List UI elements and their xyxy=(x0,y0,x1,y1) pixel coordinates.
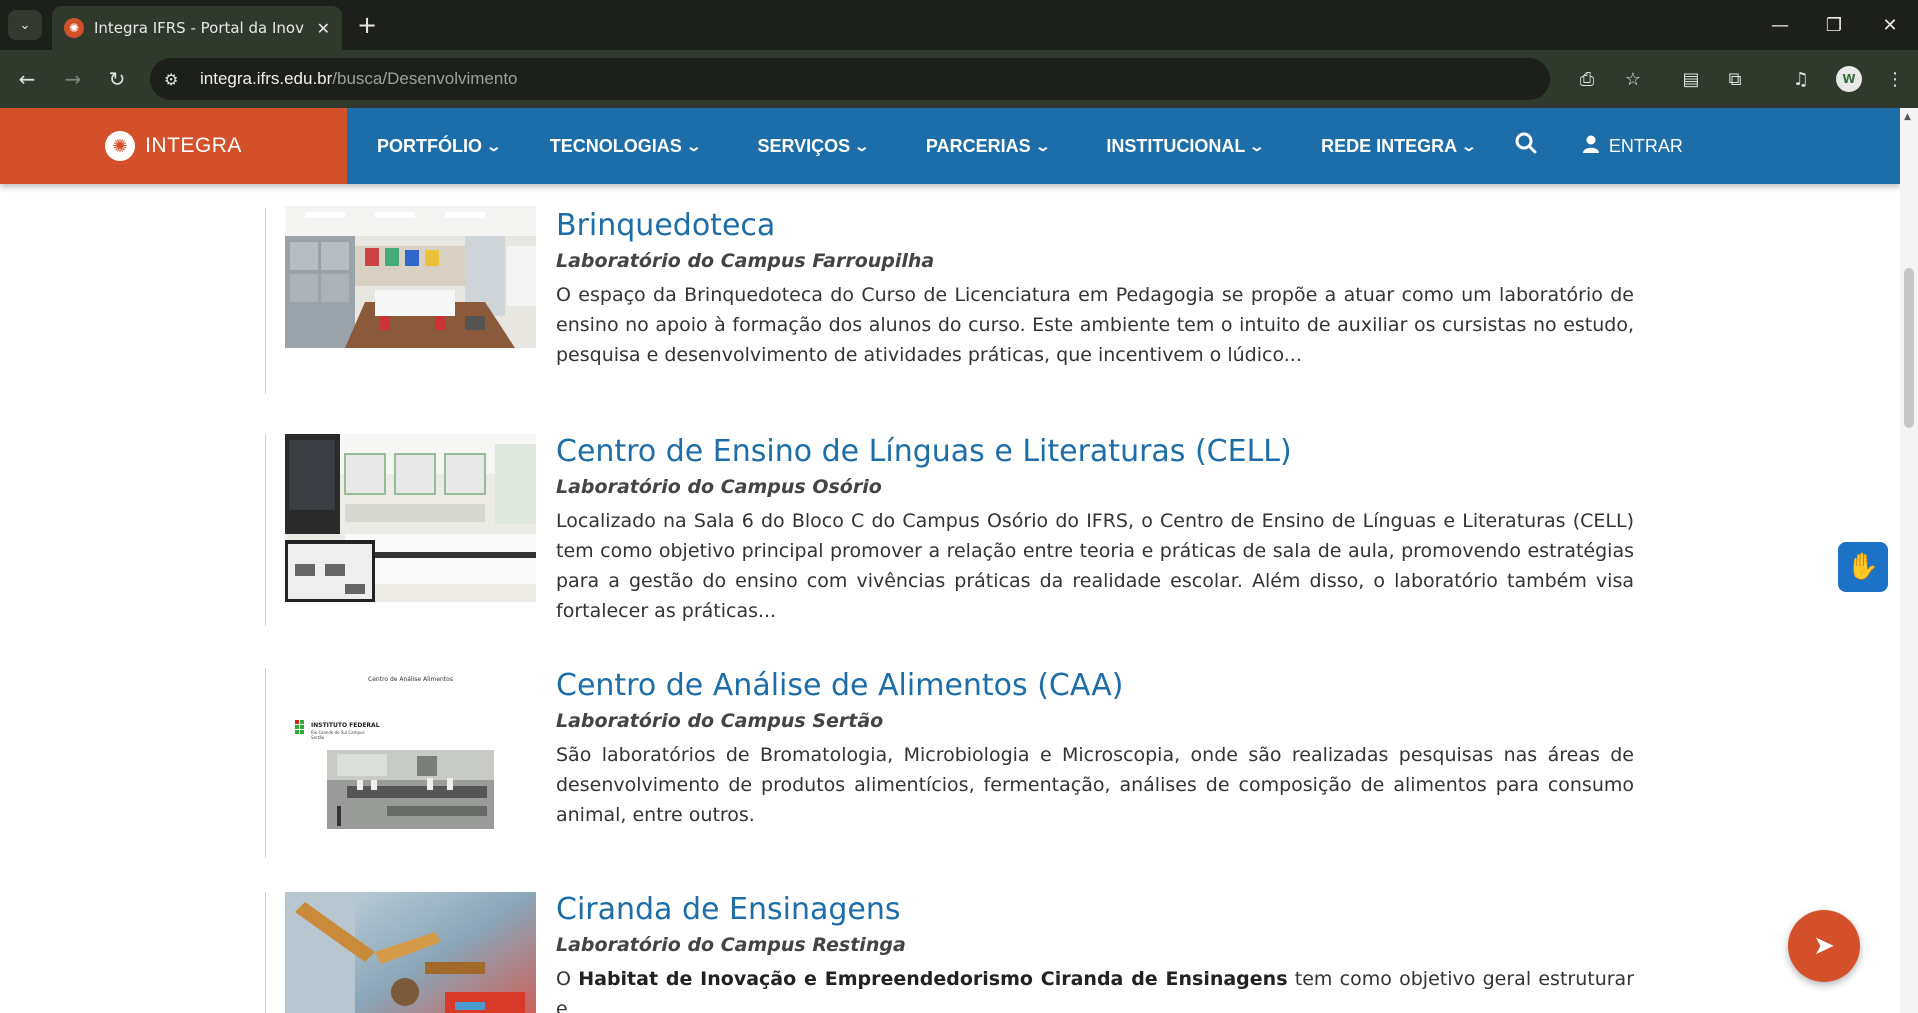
result-description: Localizado na Sala 6 do Bloco C do Campu… xyxy=(556,510,1634,622)
forward-icon[interactable]: → xyxy=(56,62,90,96)
login-button[interactable]: ENTRAR xyxy=(1582,135,1683,158)
result-thumbnail[interactable]: Centro de Análise Alimentos INSTITUTO FE… xyxy=(285,668,536,836)
hands-sign-language-icon: ✋ xyxy=(1846,552,1880,582)
browser-tabbar: ⌄ ✺ Integra IFRS - Portal da Inovação ✕ … xyxy=(0,0,1918,50)
thumb-logo-sub: Rio Grande do Sul Campus Sertão xyxy=(311,730,365,740)
menu-item-portfolio[interactable]: PORTFÓLIO ⌄ xyxy=(377,135,503,157)
search-results-list: Brinquedoteca Laboratório do Campus Farr… xyxy=(265,206,1635,1013)
menu-label: PORTFÓLIO xyxy=(377,135,482,156)
extension-pdf-icon[interactable]: ▤ xyxy=(1674,62,1708,96)
reload-icon[interactable]: ↻ xyxy=(100,62,134,96)
page-scrollbar[interactable]: ▲ xyxy=(1900,108,1918,1013)
integra-logo-icon: ✺ xyxy=(105,131,136,161)
card-border xyxy=(265,892,266,1013)
result-description: O Habitat de Inovação e Empreendedorismo… xyxy=(556,964,1634,1013)
search-icon[interactable] xyxy=(1515,132,1537,160)
result-body: Centro de Análise de Alimentos (CAA) Lab… xyxy=(556,668,1634,830)
browser-tab-active[interactable]: ✺ Integra IFRS - Portal da Inovação ✕ xyxy=(52,6,342,50)
chevron-down-icon: ⌄ xyxy=(1034,137,1051,154)
result-title[interactable]: Brinquedoteca xyxy=(556,208,1634,244)
browser-menu-icon[interactable]: ⋮ xyxy=(1878,62,1912,96)
thumb-logo-text: INSTITUTO FEDERAL xyxy=(311,722,380,729)
result-card[interactable]: Brinquedoteca Laboratório do Campus Farr… xyxy=(265,206,1635,428)
contact-send-button[interactable]: ➤ xyxy=(1788,910,1860,982)
brand-logo-link[interactable]: ✺ INTEGRA xyxy=(0,108,347,184)
main-menu: PORTFÓLIO ⌄ TECNOLOGIAS ⌄ SERVIÇOS ⌄ PARCER… xyxy=(347,108,1683,184)
site-navbar: ✺ INTEGRA PORTFÓLIO ⌄ TECNOLOGIAS ⌄ SERVIÇ… xyxy=(0,108,1900,184)
menu-label: SERVIÇOS xyxy=(757,135,851,156)
install-app-icon[interactable]: ⎙ xyxy=(1574,66,1600,92)
thumb-caption: Centro de Análise Alimentos xyxy=(368,676,453,683)
menu-label: TECNOLOGIAS xyxy=(549,135,682,156)
menu-item-tecnologias[interactable]: TECNOLOGIAS ⌄ xyxy=(549,135,702,157)
tab-close-icon[interactable]: ✕ xyxy=(317,19,330,38)
scrollbar-thumb[interactable] xyxy=(1904,268,1914,428)
profile-avatar[interactable]: W xyxy=(1836,66,1862,92)
menu-item-rede-integra[interactable]: REDE INTEGRA ⌄ xyxy=(1321,135,1478,157)
scroll-up-arrow-icon[interactable]: ▲ xyxy=(1904,112,1911,122)
result-body: Brinquedoteca Laboratório do Campus Farr… xyxy=(556,208,1634,370)
user-icon xyxy=(1582,135,1599,158)
result-subtitle: Laboratório do Campus Osório xyxy=(556,476,882,498)
chevron-down-icon: ⌄ xyxy=(485,137,503,154)
result-description: O espaço da Brinquedoteca do Curso de Li… xyxy=(556,284,1634,366)
tab-search-dropdown-icon[interactable]: ⌄ xyxy=(8,10,42,40)
restore-icon[interactable]: ❐ xyxy=(1814,10,1854,40)
vlibras-accessibility-button[interactable]: ✋ xyxy=(1838,542,1888,592)
result-card[interactable]: Centro de Ensino de Línguas e Literatura… xyxy=(265,434,1635,626)
brand-name: INTEGRA xyxy=(145,134,242,157)
new-tab-button[interactable]: + xyxy=(352,10,382,40)
url-host: integra.ifrs.edu.br xyxy=(200,69,333,88)
media-control-icon[interactable]: ♫ xyxy=(1784,62,1818,96)
browser-toolbar: ← → ↻ ⚙ integra.ifrs.edu.br/busca/Desenv… xyxy=(0,50,1918,108)
result-body: Ciranda de Ensinagens Laboratório do Cam… xyxy=(556,892,1634,1013)
desc-prefix: O xyxy=(556,968,579,990)
result-subtitle: Laboratório do Campus Sertão xyxy=(556,710,884,732)
paper-plane-icon: ➤ xyxy=(1813,931,1835,961)
result-card[interactable]: Ciranda de Ensinagens Laboratório do Cam… xyxy=(265,892,1635,1013)
menu-label: INSTITUCIONAL xyxy=(1106,135,1246,156)
result-description: São laboratórios de Bromatologia, Microb… xyxy=(556,744,1634,826)
desc-bold: Habitat de Inovação e Empreendedorismo C… xyxy=(578,968,1288,990)
chevron-down-icon: ⌄ xyxy=(685,137,702,154)
result-subtitle: Laboratório do Campus Restinga xyxy=(556,934,906,956)
page-viewport: Brinquedoteca Laboratório do Campus Farr… xyxy=(0,108,1918,1013)
result-thumbnail[interactable] xyxy=(285,206,536,348)
card-border xyxy=(265,668,266,858)
address-bar[interactable]: ⚙ integra.ifrs.edu.br/busca/Desenvolvime… xyxy=(150,58,1641,100)
integra-favicon-icon: ✺ xyxy=(64,18,84,38)
chevron-down-icon: ⌄ xyxy=(1248,137,1266,154)
result-title[interactable]: Ciranda de Ensinagens xyxy=(556,892,1634,928)
menu-label: REDE INTEGRA xyxy=(1321,135,1458,156)
bookmark-star-icon[interactable]: ☆ xyxy=(1620,66,1646,92)
back-icon[interactable]: ← xyxy=(10,62,44,96)
close-window-icon[interactable]: ✕ xyxy=(1870,10,1910,40)
login-label: ENTRAR xyxy=(1608,135,1683,156)
card-border xyxy=(265,208,266,394)
result-title[interactable]: Centro de Análise de Alimentos (CAA) xyxy=(556,668,1634,704)
url-path: /busca/Desenvolvimento xyxy=(332,69,518,88)
result-title[interactable]: Centro de Ensino de Línguas e Literatura… xyxy=(556,434,1634,470)
card-border xyxy=(265,434,266,626)
minimize-icon[interactable]: — xyxy=(1760,10,1800,40)
extensions-puzzle-icon[interactable]: ⧉ xyxy=(1718,62,1752,96)
tab-title: Integra IFRS - Portal da Inovação xyxy=(94,19,304,37)
result-card[interactable]: Centro de Análise Alimentos INSTITUTO FE… xyxy=(265,668,1635,892)
chevron-down-icon: ⌄ xyxy=(853,137,871,154)
menu-item-institucional[interactable]: INSTITUCIONAL ⌄ xyxy=(1106,135,1266,157)
menu-label: PARCERIAS xyxy=(925,135,1031,156)
result-thumbnail[interactable] xyxy=(285,434,536,602)
menu-item-servicos[interactable]: SERVIÇOS ⌄ xyxy=(757,135,871,157)
site-info-icon[interactable]: ⚙ xyxy=(164,70,190,89)
menu-item-parcerias[interactable]: PARCERIAS ⌄ xyxy=(925,135,1051,157)
result-thumbnail[interactable] xyxy=(285,892,536,1013)
chevron-down-icon: ⌄ xyxy=(1460,137,1478,154)
result-subtitle: Laboratório do Campus Farroupilha xyxy=(556,250,935,272)
url-text[interactable]: integra.ifrs.edu.br/busca/Desenvolviment… xyxy=(200,69,518,89)
result-body: Centro de Ensino de Línguas e Literatura… xyxy=(556,434,1634,626)
